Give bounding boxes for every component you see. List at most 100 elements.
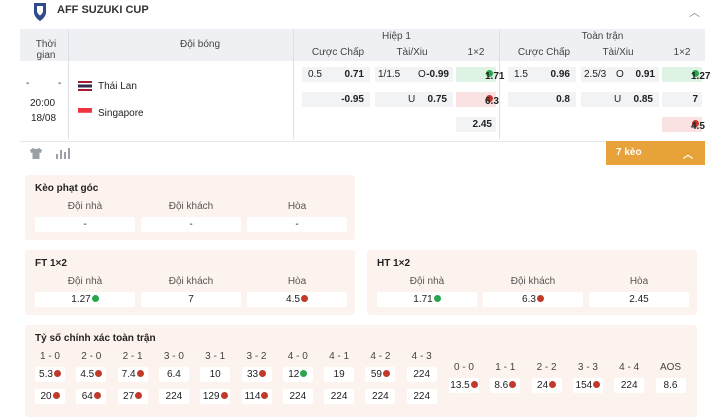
league-bar[interactable]: AFF SUZUKI CUP ︿ xyxy=(0,0,720,24)
score-odd[interactable]: 114 xyxy=(241,389,272,404)
score-odd[interactable]: 20 xyxy=(35,389,65,404)
ft-away-odd[interactable]: 7 xyxy=(141,292,241,307)
draw-score-label: 3 - 3 xyxy=(577,362,598,373)
draw-score-label: 4 - 4 xyxy=(619,362,640,373)
score-odd[interactable]: 64 xyxy=(76,389,107,404)
ft-draw-odd[interactable]: 4.5 xyxy=(247,292,347,307)
stats-chart-icon[interactable] xyxy=(55,147,70,160)
full-1x2-home[interactable]: 1.27 xyxy=(662,67,710,82)
draw-score-odd[interactable]: 24 xyxy=(531,378,562,393)
score-odd[interactable]: 6.4 xyxy=(158,367,189,382)
score-label: 4 - 0 xyxy=(287,351,308,362)
draw-score-odd[interactable]: 13.5 xyxy=(449,378,479,393)
odds-header: Thời gian Đội bóng Hiệp 1 Toàn trận Cược… xyxy=(20,29,705,61)
score-odd[interactable]: 224 xyxy=(282,389,313,404)
up-arrow-icon xyxy=(91,294,99,302)
full-handicap-home[interactable]: 1.5 0.96 xyxy=(508,67,576,82)
half-ou-under[interactable]: U 0.75 xyxy=(375,92,453,107)
score-odd[interactable]: 59 xyxy=(365,367,396,382)
score-label: 4 - 3 xyxy=(411,351,432,362)
corner-draw-odd[interactable]: - xyxy=(247,217,347,232)
up-arrow-icon xyxy=(433,294,441,302)
ht-draw-odd[interactable]: 2.45 xyxy=(589,292,689,307)
away-team[interactable]: Singapore xyxy=(98,106,144,121)
half-1x2-away[interactable]: 6.3 xyxy=(456,92,499,107)
shirt-icon[interactable] xyxy=(29,147,43,160)
draw-score-label: 0 - 0 xyxy=(453,362,474,373)
score-odd[interactable]: 129 xyxy=(200,389,231,404)
draw-score-odd[interactable]: 154 xyxy=(572,378,603,393)
col-half-ou: Tài/Xiu xyxy=(396,47,428,58)
chevron-up-icon: ︿ xyxy=(683,150,693,161)
score-odd[interactable]: 224 xyxy=(158,389,189,404)
full-ou-over[interactable]: 2.5/3 O 0.91 xyxy=(581,67,659,82)
half-handicap-away[interactable]: -0.95 xyxy=(302,92,370,107)
thailand-flag-icon xyxy=(78,81,92,91)
score-odd[interactable]: 224 xyxy=(365,389,396,404)
corner-home-odd[interactable]: - xyxy=(35,217,135,232)
score-odd[interactable]: 7.4 xyxy=(117,367,148,382)
half-1x2-home[interactable]: 1.71 xyxy=(456,67,504,82)
score-odd[interactable]: 5.3 xyxy=(35,367,65,382)
score-label: 4 - 1 xyxy=(329,351,350,362)
half-ou-over[interactable]: 1/1.5 O -0.99 xyxy=(375,67,453,82)
score-label: 2 - 1 xyxy=(122,351,143,362)
full-1x2-draw[interactable]: 4.5 xyxy=(662,117,705,132)
draw-score-label: AOS xyxy=(659,362,682,373)
draw-score-odd[interactable]: 8.6 xyxy=(490,378,521,393)
match-time: 20:00 xyxy=(30,98,56,109)
score-odd[interactable]: 4.5 xyxy=(76,367,107,382)
score-away-dash: - xyxy=(58,78,62,89)
score-odd[interactable]: 224 xyxy=(406,367,437,382)
score-odd[interactable]: 224 xyxy=(406,389,437,404)
down-arrow-icon xyxy=(382,369,390,377)
score-label: 4 - 2 xyxy=(370,351,391,362)
down-arrow-icon xyxy=(261,391,269,399)
score-odd[interactable]: 10 xyxy=(200,367,231,382)
down-arrow-icon xyxy=(536,294,544,302)
draw-score-odd[interactable]: 224 xyxy=(614,378,645,393)
league-title: AFF SUZUKI CUP xyxy=(57,4,149,16)
half-handicap-home[interactable]: 0.5 0.71 xyxy=(302,67,370,82)
score-odd[interactable]: 19 xyxy=(324,367,355,382)
correct-score-panel: Tỷ số chính xác toàn trận 1 - 0 5.3 20 2 - … xyxy=(25,325,697,417)
col-full-1x2: 1×2 xyxy=(673,47,691,58)
trophy-icon xyxy=(34,3,46,21)
ft-panel: FT 1×2 Đội nhà Đội khách Hòa 1.27 7 4.5 xyxy=(25,250,355,315)
score-home-dash: - xyxy=(26,78,30,89)
corner-away-odd[interactable]: - xyxy=(141,217,241,232)
score-label: 3 - 0 xyxy=(163,351,184,362)
match-date: 18/08 xyxy=(31,113,57,124)
down-arrow-icon xyxy=(300,294,308,302)
score-odd[interactable]: 33 xyxy=(241,367,272,382)
score-label: 2 - 0 xyxy=(81,351,102,362)
col-full: Toàn trận xyxy=(581,31,624,42)
col-full-ou: Tài/Xiu xyxy=(602,47,634,58)
corner-panel: Kèo phạt góc Đội nhà Đội khách Hòa - - - xyxy=(25,175,355,240)
col-full-handicap: Cược Chấp xyxy=(517,47,571,58)
score-odd[interactable]: 27 xyxy=(117,389,148,404)
full-1x2-away[interactable]: 7 xyxy=(662,92,702,107)
down-arrow-icon xyxy=(136,369,144,377)
more-odds-button[interactable]: 7 kèo ︿ xyxy=(606,141,705,165)
draw-score-odd[interactable]: 8.6 xyxy=(655,378,686,393)
ht-home-odd[interactable]: 1.71 xyxy=(377,292,477,307)
score-odd[interactable]: 12 xyxy=(282,367,313,382)
down-arrow-icon xyxy=(259,369,267,377)
score-label: 3 - 1 xyxy=(205,351,226,362)
singapore-flag-icon xyxy=(78,108,92,118)
ft-home-odd[interactable]: 1.27 xyxy=(35,292,135,307)
half-1x2-draw[interactable]: 2.45 xyxy=(456,117,496,132)
full-handicap-away[interactable]: 0.8 xyxy=(508,92,576,107)
ht-away-odd[interactable]: 6.3 xyxy=(483,292,583,307)
full-ou-under[interactable]: U 0.85 xyxy=(581,92,659,107)
down-arrow-icon xyxy=(549,380,557,388)
down-arrow-icon xyxy=(135,391,143,399)
down-arrow-icon xyxy=(509,380,517,388)
draw-score-label: 1 - 1 xyxy=(495,362,516,373)
chevron-up-icon[interactable]: ︿ xyxy=(689,4,700,20)
ht-panel: HT 1×2 Đội nhà Đội khách Hòa 1.71 6.3 2.… xyxy=(367,250,697,315)
score-odd[interactable]: 224 xyxy=(324,389,355,404)
home-team[interactable]: Thái Lan xyxy=(98,79,137,94)
down-arrow-icon xyxy=(52,391,60,399)
